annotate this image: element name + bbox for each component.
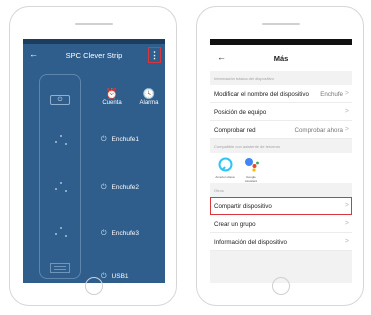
check-network-row[interactable]: Comprobar red Comprobar ahora >	[210, 121, 352, 139]
device-location-row[interactable]: Posición de equipo >	[210, 103, 352, 121]
row-label: Modificar el nombre del dispositivo	[214, 91, 309, 98]
countdown-action[interactable]: ⏰ Cuenta	[102, 89, 122, 106]
socket-2-graphic	[52, 180, 70, 196]
power-icon: ⏻	[101, 184, 107, 191]
earpiece	[262, 23, 300, 25]
clock-icon: 🕓	[142, 89, 156, 100]
google-assistant-icon	[240, 156, 262, 173]
plug-row-usb[interactable]: ⏻ USB1	[101, 272, 129, 282]
power-icon: ⏻	[101, 273, 107, 280]
section-device-info: Información básica del dispositivo	[210, 71, 352, 85]
row-value: Comprobar ahora	[294, 127, 344, 134]
assistant-name: Amazon Alexa	[215, 175, 235, 179]
power-icon: ⏻	[57, 97, 63, 103]
device-header: ← SPC Clever Strip ⋮	[23, 44, 165, 66]
kebab-menu-icon[interactable]: ⋮	[148, 47, 161, 63]
device-title: SPC Clever Strip	[65, 51, 123, 60]
plug-row-3[interactable]: ⏻ Enchufe3	[101, 229, 139, 239]
alarm-label: Alarma	[139, 100, 159, 106]
chevron-right-icon: >	[344, 202, 349, 209]
socket-1-graphic	[52, 133, 70, 149]
power-strip-graphic: ⏻	[39, 74, 81, 279]
countdown-label: Cuenta	[102, 100, 122, 106]
power-icon: ⏻	[101, 136, 107, 143]
plug-row-1[interactable]: ⏻ Enchufe1	[101, 135, 139, 145]
right-phone-frame: ← Más Información básica del dispositivo…	[196, 6, 364, 306]
alexa-icon	[214, 156, 236, 173]
google-assistant-option[interactable]: Google Assistant	[240, 156, 262, 183]
assistant-name: Google Assistant	[244, 175, 258, 183]
plug-label: Enchufe1	[111, 136, 140, 143]
row-label: Crear un grupo	[214, 221, 256, 228]
power-icon: ⏻	[101, 230, 107, 237]
chevron-right-icon: >	[344, 108, 349, 115]
arrow-left-icon[interactable]: ←	[29, 49, 38, 59]
plug-label: USB1	[111, 273, 129, 280]
alarm-action[interactable]: 🕓 Alarma	[137, 89, 161, 106]
home-button	[85, 277, 103, 295]
earpiece	[75, 23, 113, 25]
chevron-right-icon: >	[344, 90, 349, 97]
plug-label: Enchufe3	[111, 230, 140, 237]
chevron-right-icon: >	[344, 220, 349, 227]
arrow-left-icon[interactable]: ←	[217, 53, 226, 62]
chevron-right-icon: >	[344, 126, 349, 133]
home-button	[272, 277, 290, 295]
row-label: Información del dispositivo	[214, 239, 287, 246]
assistants-row: Amazon Alexa Google Assistant	[210, 153, 352, 183]
device-control-screen: ← SPC Clever Strip ⋮ ⏻ ⏰ Cuenta 🕓 Alarma…	[23, 39, 165, 283]
share-device-row[interactable]: Compartir dispositivo >	[210, 197, 352, 215]
left-phone-frame: ← SPC Clever Strip ⋮ ⏻ ⏰ Cuenta 🕓 Alarma…	[9, 6, 177, 306]
row-label: Compartir dispositivo	[214, 203, 272, 210]
device-info-row[interactable]: Información del dispositivo >	[210, 233, 352, 251]
alarm-clock-icon: ⏰	[105, 89, 119, 100]
section-other: Otros	[210, 183, 352, 197]
chevron-right-icon: >	[344, 238, 349, 245]
row-value: Enchufe	[320, 91, 343, 98]
row-label: Comprobar red	[214, 127, 256, 134]
create-group-row[interactable]: Crear un grupo >	[210, 215, 352, 233]
page-title: Más	[273, 54, 289, 63]
alexa-option[interactable]: Amazon Alexa	[214, 156, 236, 179]
plug-row-2[interactable]: ⏻ Enchufe2	[101, 183, 139, 193]
row-label: Posición de equipo	[214, 109, 267, 116]
usb-port-graphic	[50, 263, 70, 273]
section-third-party-assistants: Compatible con asistente de terceros	[210, 139, 352, 153]
socket-3-graphic	[52, 225, 70, 241]
rename-device-row[interactable]: Modificar el nombre del dispositivo Ench…	[210, 85, 352, 103]
more-settings-screen: ← Más Información básica del dispositivo…	[210, 39, 352, 283]
strip-master-power-button[interactable]: ⏻	[50, 95, 70, 105]
settings-header: ← Más	[210, 45, 352, 71]
plug-label: Enchufe2	[111, 184, 140, 191]
